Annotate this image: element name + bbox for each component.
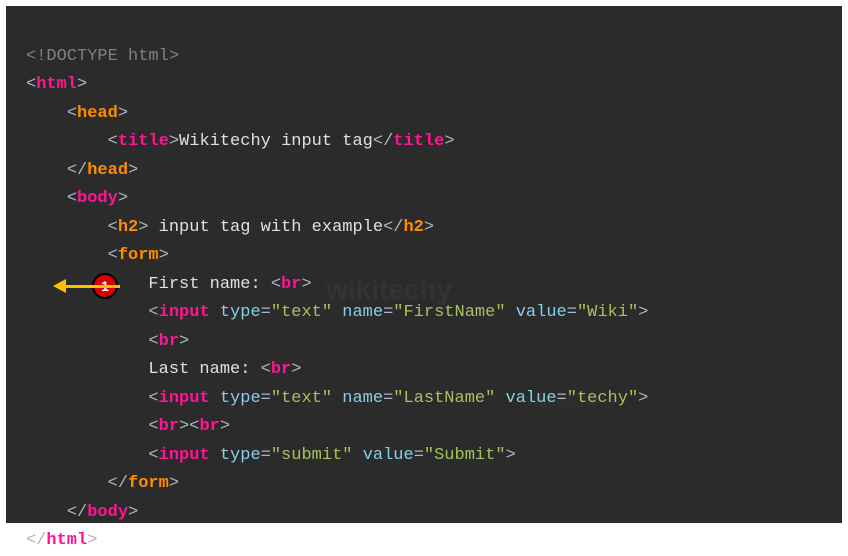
submit-type-value: "submit" [271,446,353,465]
first-name-label: First name: [148,275,270,294]
value-attr-3: value [363,446,414,465]
name-attr: name [342,303,383,322]
firstname-value: "FirstName" [393,303,505,322]
head-close-tag: head [87,161,128,180]
callout-annotation: 1 [92,273,120,299]
body-close-tag: body [87,503,128,522]
br-tag-2: br [159,332,179,351]
form-close-tag: form [128,474,169,493]
body-open-tag: body [77,189,118,208]
code-editor: <!DOCTYPE html> <html> <head> <title>Wik… [6,6,842,523]
br-tag-3: br [271,360,291,379]
type-attr-3: type [220,446,261,465]
type-attr-2: type [220,389,261,408]
br-tag-4: br [159,417,179,436]
html-close-tag: html [46,531,87,550]
br-tag-5: br [199,417,219,436]
value-attr-2: value [506,389,557,408]
input-tag-1: input [159,303,210,322]
head-open-tag: head [77,104,118,123]
name-attr-2: name [342,389,383,408]
watermark: wikitechy [326,276,452,305]
br-tag: br [281,275,301,294]
wiki-value: "Wiki" [577,303,638,322]
text-value: "text" [271,303,332,322]
form-open-tag: form [118,246,159,265]
title-text: Wikitechy input tag [179,132,373,151]
h2-close-tag: h2 [403,218,423,237]
type-attr: type [220,303,261,322]
lastname-value: "LastName" [393,389,495,408]
input-tag-2: input [159,389,210,408]
techy-value: "techy" [567,389,638,408]
h2-text: input tag with example [148,218,383,237]
h2-open-tag: h2 [118,218,138,237]
submit-value: "Submit" [424,446,506,465]
html-open-tag: html [36,75,77,94]
doctype-line: <!DOCTYPE html> [26,47,179,66]
input-tag-3: input [159,446,210,465]
text-value-2: "text" [271,389,332,408]
title-open-tag: title [118,132,169,151]
title-close-tag: title [393,132,444,151]
last-name-label: Last name: [148,360,260,379]
value-attr: value [516,303,567,322]
